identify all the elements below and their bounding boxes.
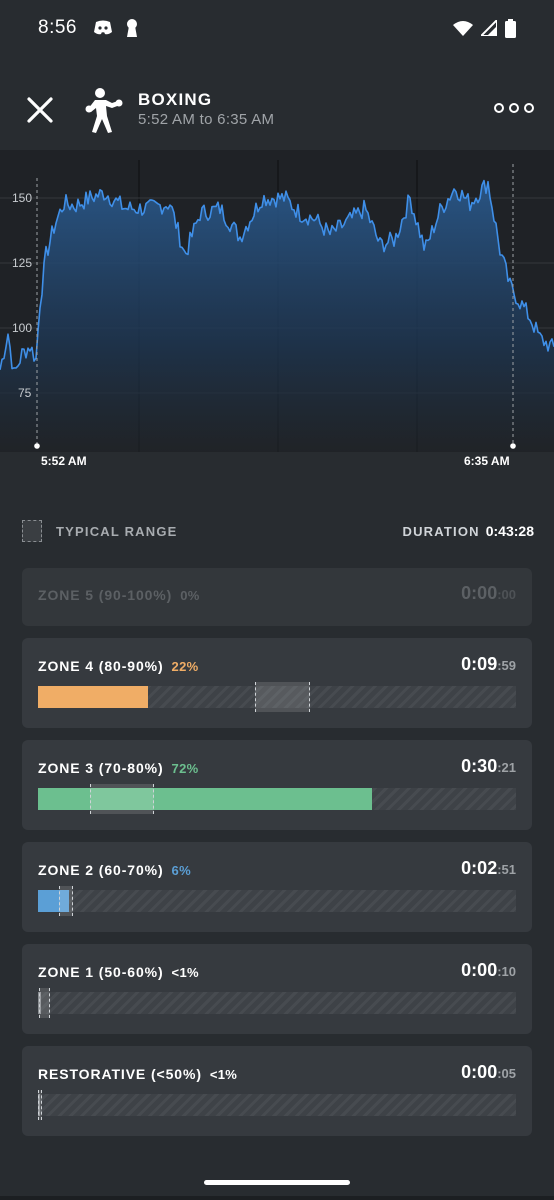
more-dots-icon[interactable]	[492, 98, 536, 118]
navigation-bar	[0, 1196, 554, 1200]
status-notification-icons	[93, 18, 139, 38]
heart-rate-area	[0, 180, 554, 452]
zone-percent: <1%	[171, 965, 199, 980]
chart-end-time: 6:35 AM	[464, 454, 510, 468]
zone-title: ZONE 3 (70-80%) 72%	[38, 760, 199, 776]
end-marker-dot	[510, 443, 516, 449]
zone-time: 0:00:05	[461, 1062, 516, 1082]
y-tick-125: 125	[12, 256, 32, 270]
chart-start-time: 5:52 AM	[41, 454, 87, 468]
duration-label: DURATION	[402, 523, 480, 539]
zone-title: ZONE 5 (90-100%) 0%	[38, 587, 200, 603]
zone-card-2[interactable]: ZONE 2 (60-70%) 6% 0:02:51	[22, 842, 532, 932]
status-bar: 8:56	[0, 0, 554, 56]
activity-header: BOXING 5:52 AM to 6:35 AM	[0, 80, 554, 140]
zone-card-restorative[interactable]: RESTORATIVE (<50%) <1% 0:00:05	[22, 1046, 532, 1136]
battery-icon	[505, 18, 516, 38]
signal-icon	[481, 20, 497, 36]
zone-percent: <1%	[209, 1067, 238, 1082]
zone-card-5[interactable]: ZONE 5 (90-100%) 0% 0:00:00	[22, 568, 532, 626]
keyhole-icon	[126, 19, 137, 37]
zone-card-1[interactable]: ZONE 1 (50-60%) <1% 0:00:10	[22, 944, 532, 1034]
zone-card-4[interactable]: ZONE 4 (80-90%) 22% 0:09:59	[22, 638, 532, 728]
status-system-icons	[453, 18, 516, 38]
heart-rate-chart: 150 125 100 75 5:52 AM 6:35 AM	[0, 150, 554, 480]
heart-rate-chart-svg: 150 125 100 75 5:52 AM 6:35 AM	[0, 150, 554, 468]
zone-time: 0:00:10	[461, 960, 516, 980]
zone-title: ZONE 4 (80-90%) 22%	[38, 658, 199, 674]
home-indicator[interactable]	[204, 1180, 350, 1185]
y-tick-75: 75	[18, 386, 32, 400]
zone-typical-range	[59, 886, 73, 916]
zone-percent: 6%	[171, 863, 191, 878]
typical-range-label: TYPICAL RANGE	[56, 523, 178, 539]
y-tick-150: 150	[12, 191, 32, 205]
zone-typical-range	[38, 1090, 42, 1120]
y-tick-100: 100	[12, 321, 32, 335]
zone-title: ZONE 1 (50-60%) <1%	[38, 964, 199, 980]
discord-icon	[93, 20, 112, 35]
typical-range-swatch	[22, 520, 42, 542]
zone-typical-range	[38, 988, 51, 1018]
zone-bar-track	[38, 886, 516, 916]
start-marker-dot	[34, 443, 40, 449]
activity-time-range: 5:52 AM to 6:35 AM	[138, 111, 275, 128]
zone-time: 0:09:59	[461, 654, 516, 674]
zone-card-3[interactable]: ZONE 3 (70-80%) 72% 0:30:21	[22, 740, 532, 830]
zone-bar-track	[38, 682, 516, 712]
close-icon[interactable]	[22, 92, 58, 128]
zone-typical-range	[89, 784, 155, 814]
legend-row: TYPICAL RANGE DURATION 0:43:28	[22, 518, 534, 544]
zone-time: 0:00:00	[461, 583, 516, 603]
zone-percent: 0%	[180, 588, 200, 603]
zone-percent: 72%	[171, 761, 199, 776]
activity-title: BOXING	[138, 90, 213, 109]
duration-value: 0:43:28	[485, 523, 534, 539]
wifi-icon	[453, 21, 473, 36]
zone-bar-track	[38, 988, 516, 1018]
zone-bar-fill	[38, 686, 148, 708]
zone-bar-track	[38, 784, 516, 814]
status-time: 8:56	[38, 17, 77, 38]
zone-percent: 22%	[171, 659, 199, 674]
zone-bar-track	[38, 1090, 516, 1120]
zone-title: RESTORATIVE (<50%) <1%	[38, 1066, 238, 1082]
zone-time: 0:30:21	[461, 756, 516, 776]
zone-typical-range	[255, 682, 311, 712]
boxing-figure-icon	[85, 88, 123, 133]
zone-time: 0:02:51	[461, 858, 516, 878]
zone-title: ZONE 2 (60-70%) 6%	[38, 862, 191, 878]
zone-bar-fill	[38, 788, 372, 810]
